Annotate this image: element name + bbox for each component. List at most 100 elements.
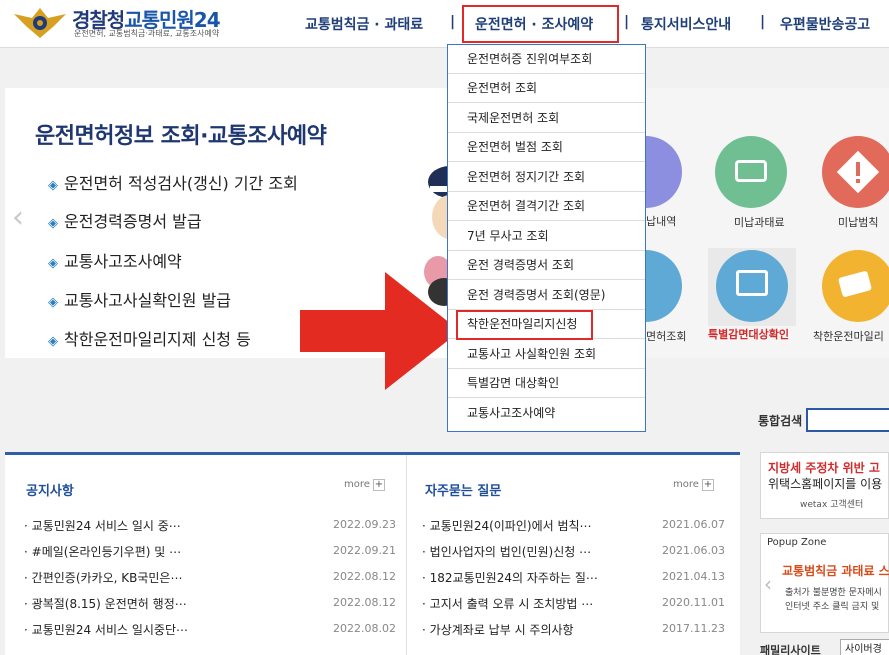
banner-prev-arrow-icon[interactable]: ‹ <box>12 200 24 235</box>
dropdown-item[interactable]: 교통사고 사실확인원 조회 <box>448 340 645 369</box>
banner-item[interactable]: ◈ 운전면허 적성검사(갱신) 기간 조회 <box>48 170 298 194</box>
dropdown-item[interactable]: 교통사고조사예약 <box>448 399 645 428</box>
diamond-bullet-icon: ◈ <box>48 295 58 310</box>
quick-link-label[interactable]: 면허조회 <box>646 328 686 344</box>
notice-row[interactable]: · 간편인증(카카오, KB국민은⋯ <box>24 569 182 586</box>
notice-row-title: #메일(온라인등기우편) 및 ⋯ <box>31 545 182 559</box>
notice-row[interactable]: · 광복절(8.15) 운전면허 행정⋯ <box>24 595 187 612</box>
more-label: more <box>344 479 370 490</box>
banner-item[interactable]: ◈ 교통사고조사예약 <box>48 248 182 272</box>
quick-link-label[interactable]: 미납과태료 <box>734 214 785 230</box>
faq-row-date: 2021.04.13 <box>662 570 725 583</box>
wetax-ad-line3: wetax 고객센터 <box>800 500 864 510</box>
dropdown-item[interactable]: 운전면허 결격기간 조회 <box>448 192 645 221</box>
good-driving-mileage-icon[interactable] <box>822 250 889 322</box>
banner-title: 운전면허정보 조회·교통조사예약 <box>35 124 327 149</box>
notice-row-title: 교통민원24 서비스 일시 중⋯ <box>31 519 181 533</box>
board-divider <box>406 455 407 655</box>
faq-row[interactable]: · 법인사업자의 법인(민원)신청 ⋯ <box>422 543 591 560</box>
notice-row-date: 2022.08.02 <box>333 622 396 635</box>
bullet-dot: · <box>422 545 426 559</box>
notice-row-date: 2022.08.12 <box>333 570 396 583</box>
unpaid-penalty-warning-icon[interactable] <box>822 136 889 208</box>
gnav-returned-mail[interactable]: 우편물반송공고 <box>780 14 870 34</box>
diamond-bullet-icon: ◈ <box>48 216 58 231</box>
diamond-bullet-icon: ◈ <box>48 334 58 349</box>
banner-item-label: 운전면허 적성검사(갱신) 기간 조회 <box>64 174 298 193</box>
faq-row[interactable]: · 고지서 출력 오류 시 조치방법 ⋯ <box>422 595 593 612</box>
diamond-bullet-icon: ◈ <box>48 256 58 271</box>
banner-item[interactable]: ◈ 운전경력증명서 발급 <box>48 208 202 232</box>
integrated-search-input[interactable] <box>806 408 889 432</box>
notice-row[interactable]: · 교통민원24 서비스 일시 중⋯ <box>24 517 181 534</box>
faq-row[interactable]: · 가상계좌로 납부 시 주의사항 <box>422 621 574 638</box>
faq-title[interactable]: 자주묻는 질문 <box>425 480 501 499</box>
unpaid-fine-icon[interactable] <box>715 136 787 208</box>
notice-row-date: 2022.09.21 <box>333 544 396 557</box>
dropdown-item[interactable]: 운전면허 조회 <box>448 74 645 103</box>
diamond-bullet-icon: ◈ <box>48 178 58 193</box>
bullet-dot: · <box>422 623 426 637</box>
integrated-search-label: 통합검색 <box>758 414 803 428</box>
bullet-dot: · <box>422 519 426 533</box>
gnav-fines[interactable]: 교통범칙금 · 과태료 <box>305 14 423 34</box>
dropdown-item[interactable]: 7년 무사고 조회 <box>448 222 645 251</box>
wetax-ad-line2: 위택스홈페이지를 이용 <box>768 477 883 491</box>
special-reduction-tile[interactable] <box>708 248 796 326</box>
faq-row[interactable]: · 교통민원24(이파인)에서 범칙⋯ <box>422 517 592 534</box>
license-dropdown-menu: 운전면허증 진위여부조회 운전면허 조회 국제운전면허 조회 운전면허 벌점 조… <box>447 44 646 432</box>
red-arrow-icon <box>300 272 460 390</box>
popup-body-line: 출처가 불분명한 문자메시 <box>785 588 882 598</box>
quick-link-label[interactable]: 착한운전마일리 <box>813 328 884 344</box>
notice-more-button[interactable]: more + <box>344 479 385 491</box>
logo-subtitle: 운전면허, 교통범칙금·과태료, 교통조사예약 <box>74 29 220 38</box>
dropdown-item[interactable]: 운전 경력증명서 조회 <box>448 251 645 280</box>
faq-row-date: 2017.11.23 <box>662 622 725 635</box>
dropdown-item[interactable]: 운전 경력증명서 조회(영문) <box>448 281 645 310</box>
popup-headline[interactable]: 교통범칙금 과태료 스 <box>782 562 889 579</box>
active-menu-highlight <box>462 5 619 43</box>
notice-title[interactable]: 공지사항 <box>26 480 74 499</box>
notice-row-title: 간편인증(카카오, KB국민은⋯ <box>31 571 183 585</box>
quick-link-label[interactable]: 납내역 <box>646 213 676 229</box>
family-site-select[interactable]: 사이버경 <box>840 639 889 655</box>
banner-item-label: 운전경력증명서 발급 <box>64 212 202 231</box>
gnav-notification-service[interactable]: 통지서비스안내 <box>641 14 731 34</box>
faq-row-title: 182교통민원24의 자주하는 질⋯ <box>429 571 598 585</box>
banner-item-label: 착한운전마일리지제 신청 등 <box>64 330 251 349</box>
banner-item[interactable]: ◈ 착한운전마일리지제 신청 등 <box>48 326 251 350</box>
faq-row-date: 2021.06.07 <box>662 518 725 531</box>
gnav-separator: | <box>760 14 766 30</box>
police-emblem-icon[interactable] <box>12 4 68 40</box>
faq-more-button[interactable]: more + <box>673 479 714 491</box>
notice-row-date: 2022.08.12 <box>333 596 396 609</box>
quick-link-label[interactable]: 미납범칙 <box>838 214 878 230</box>
bullet-dot: · <box>24 571 28 585</box>
banner-item-label: 교통사고사실확인원 발급 <box>64 291 232 310</box>
dropdown-item[interactable]: 운전면허 정지기간 조회 <box>448 163 645 192</box>
faq-row-date: 2020.11.01 <box>662 596 725 609</box>
plus-icon: + <box>372 479 385 491</box>
bullet-dot: · <box>422 571 426 585</box>
faq-row-title: 고지서 출력 오류 시 조치방법 ⋯ <box>429 597 594 611</box>
banner-item-label: 교통사고조사예약 <box>64 252 182 271</box>
dropdown-item[interactable]: 국제운전면허 조회 <box>448 104 645 133</box>
bullet-dot: · <box>24 519 28 533</box>
gnav-separator: | <box>450 14 456 30</box>
dropdown-item[interactable]: 운전면허 벌점 조회 <box>448 133 645 162</box>
faq-row-date: 2021.06.03 <box>662 544 725 557</box>
dropdown-item-highlight-box <box>456 310 593 340</box>
wetax-ad-line1: 지방세 주정차 위반 고 <box>768 461 880 475</box>
notice-row[interactable]: · #메일(온라인등기우편) 및 ⋯ <box>24 543 181 560</box>
notice-row[interactable]: · 교통민원24 서비스 일시중단⋯ <box>24 621 188 638</box>
dropdown-item[interactable]: 운전면허증 진위여부조회 <box>448 45 645 74</box>
notice-row-title: 교통민원24 서비스 일시중단⋯ <box>31 623 188 637</box>
banner-item[interactable]: ◈ 교통사고사실확인원 발급 <box>48 287 231 311</box>
quick-link-label-highlighted[interactable]: 특별감면대상확인 <box>708 326 789 342</box>
family-site-label: 패밀리사이트 <box>760 644 821 655</box>
faq-row[interactable]: · 182교통민원24의 자주하는 질⋯ <box>422 569 598 586</box>
notice-row-title: 광복절(8.15) 운전면허 행정⋯ <box>31 597 187 611</box>
dropdown-item[interactable]: 특별감면 대상확인 <box>448 369 645 398</box>
popup-body-line: 인터넷 주소 클릭 금지 및 <box>785 602 880 612</box>
popup-prev-arrow-icon[interactable]: ‹ <box>764 572 772 596</box>
